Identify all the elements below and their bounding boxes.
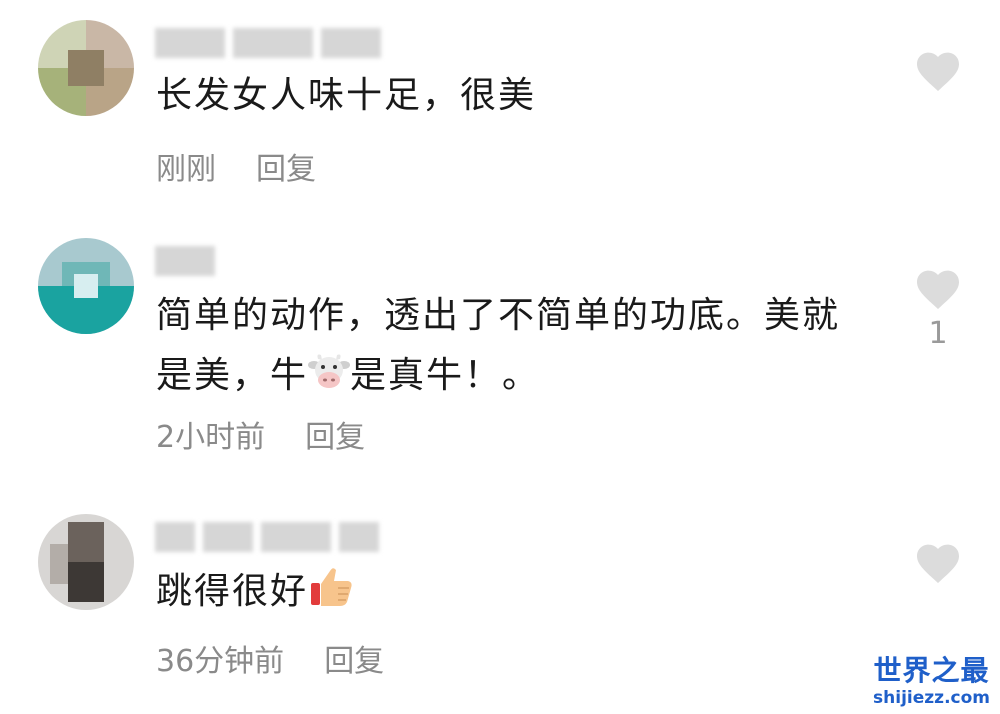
username-blurred[interactable] <box>155 520 379 554</box>
username-blurred[interactable] <box>155 26 381 60</box>
reply-button[interactable]: 回复 <box>324 644 384 679</box>
comment-text: 长发女人味十足，很美 <box>156 75 537 116</box>
comment-time: 刚刚 <box>156 152 216 187</box>
cow-face-icon <box>308 350 351 410</box>
avatar[interactable] <box>38 514 134 610</box>
like-button[interactable] <box>912 540 964 584</box>
heart-icon <box>917 270 959 309</box>
comment-text: 简单的动作，透出了不简单的功底。美就 是美，牛 是真牛！。 <box>156 286 840 410</box>
like-button[interactable]: 1 <box>912 266 964 351</box>
comment-time: 36分钟前 <box>156 644 285 679</box>
comment-meta: 36分钟前 回复 <box>156 636 384 680</box>
like-count: 1 <box>928 316 948 351</box>
site-watermark: 世界之最 shijiezz.com <box>873 654 990 708</box>
comment-time: 2小时前 <box>156 420 266 455</box>
comment-meta: 刚刚 回复 <box>156 144 316 188</box>
heart-icon <box>917 52 959 91</box>
avatar[interactable] <box>38 20 134 116</box>
comment-text: 跳得很好 <box>156 562 354 626</box>
reply-button[interactable]: 回复 <box>256 152 316 187</box>
watermark-url: shijiezz.com <box>873 688 990 708</box>
heart-icon <box>917 544 959 583</box>
comment-meta: 2小时前 回复 <box>156 412 365 456</box>
username-blurred[interactable] <box>155 244 215 278</box>
reply-button[interactable]: 回复 <box>305 420 365 455</box>
avatar[interactable] <box>38 238 134 334</box>
watermark-title: 世界之最 <box>873 654 990 687</box>
like-button[interactable] <box>912 48 964 92</box>
thumbs-up-icon <box>308 565 354 626</box>
